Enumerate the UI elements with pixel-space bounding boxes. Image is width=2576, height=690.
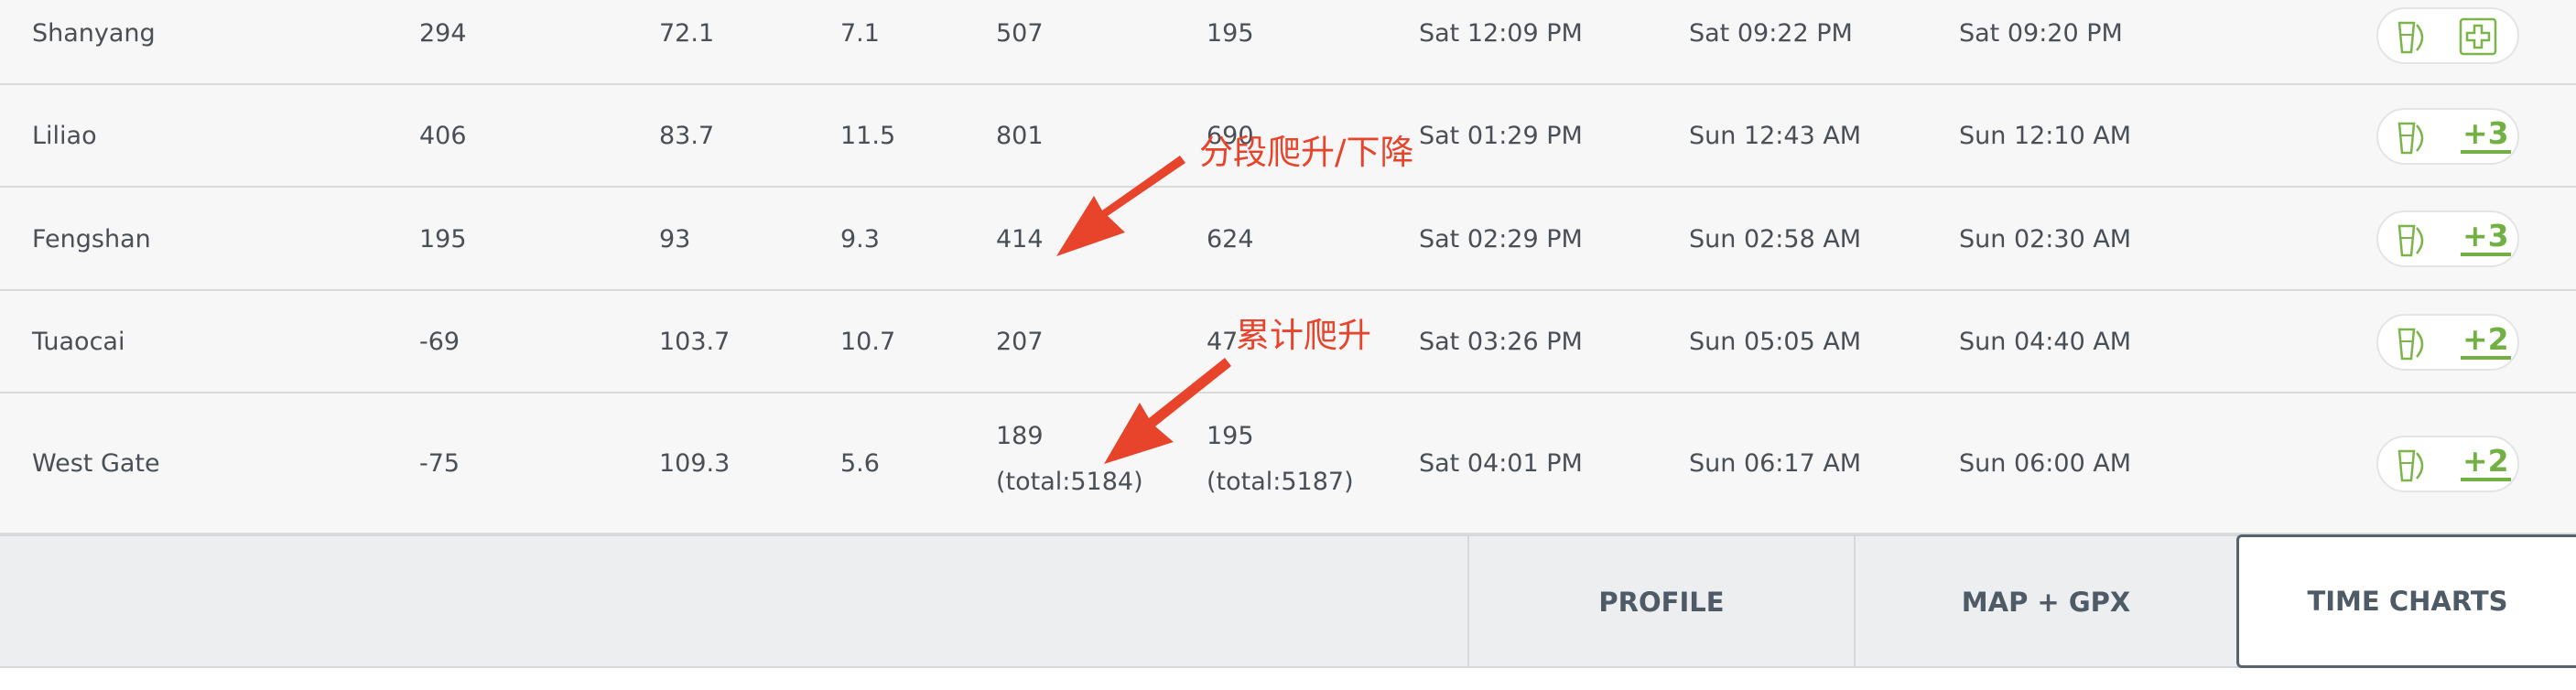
arrow-cumulative-climb bbox=[1104, 358, 1231, 464]
arrow-segment-climb-descent bbox=[1056, 156, 1185, 256]
annotation-segment-climb-descent: 分段爬升/下降 bbox=[1199, 133, 1414, 172]
checkpoint-table-page: Shanyang 294 72.1 7.1 507 195 Sat 12:09 … bbox=[0, 0, 2576, 690]
annotation-cumulative-climb: 累计爬升 bbox=[1236, 316, 1371, 355]
